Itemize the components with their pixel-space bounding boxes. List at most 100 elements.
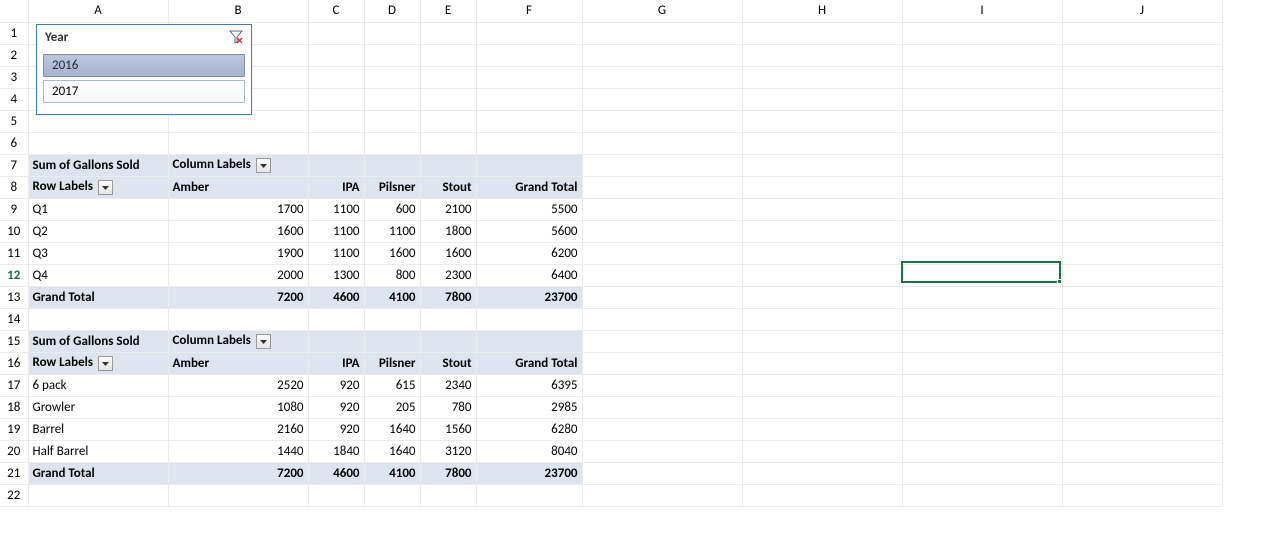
pivot-grand-total-value[interactable]: 7800 <box>420 462 476 484</box>
slicer-item[interactable]: 2017 <box>43 80 245 103</box>
pivot-value[interactable]: 1100 <box>364 220 420 242</box>
column-header[interactable]: A <box>28 0 168 22</box>
column-header[interactable]: H <box>742 0 902 22</box>
cell[interactable] <box>902 396 1062 418</box>
pivot-column-labels[interactable]: Column Labels <box>168 330 308 352</box>
pivot-column-header[interactable]: IPA <box>308 176 364 198</box>
column-header[interactable]: D <box>364 0 420 22</box>
pivot-column-header[interactable]: Stout <box>420 352 476 374</box>
pivot-grand-total-value[interactable]: 4600 <box>308 462 364 484</box>
pivot-value[interactable]: 1840 <box>308 440 364 462</box>
cell[interactable] <box>902 286 1062 308</box>
pivot-value[interactable]: 6280 <box>476 418 582 440</box>
cell[interactable] <box>476 132 582 154</box>
pivot-value[interactable]: 1600 <box>168 220 308 242</box>
cell[interactable] <box>168 484 308 506</box>
cell[interactable] <box>420 484 476 506</box>
pivot-row-labels[interactable]: Row Labels <box>28 352 168 374</box>
cell[interactable] <box>1062 110 1222 132</box>
row-header[interactable]: 16 <box>0 352 28 374</box>
cell[interactable] <box>364 484 420 506</box>
column-header[interactable]: C <box>308 0 364 22</box>
row-header[interactable]: 9 <box>0 198 28 220</box>
pivot-value[interactable]: 920 <box>308 418 364 440</box>
pivot-value[interactable]: 1080 <box>168 396 308 418</box>
pivot-value[interactable]: 1100 <box>308 220 364 242</box>
pivot-value[interactable]: 1700 <box>168 198 308 220</box>
cell[interactable] <box>582 418 742 440</box>
cell[interactable] <box>902 242 1062 264</box>
pivot-value[interactable]: 6400 <box>476 264 582 286</box>
cell[interactable] <box>582 484 742 506</box>
pivot-row-label[interactable]: 6 pack <box>28 374 168 396</box>
cell[interactable] <box>742 220 902 242</box>
pivot-value[interactable]: 5600 <box>476 220 582 242</box>
cell[interactable] <box>582 154 742 176</box>
cell[interactable] <box>476 308 582 330</box>
row-header[interactable]: 1 <box>0 22 28 44</box>
cell[interactable] <box>420 66 476 88</box>
cell[interactable] <box>476 22 582 44</box>
row-header[interactable]: 4 <box>0 88 28 110</box>
cell[interactable] <box>742 264 902 286</box>
cell[interactable] <box>582 198 742 220</box>
row-header[interactable]: 20 <box>0 440 28 462</box>
cell[interactable] <box>582 352 742 374</box>
cell[interactable] <box>1062 396 1222 418</box>
cell[interactable] <box>476 66 582 88</box>
pivot-column-header[interactable]: Stout <box>420 176 476 198</box>
cell[interactable] <box>364 66 420 88</box>
cell[interactable] <box>742 396 902 418</box>
pivot-value[interactable]: 2300 <box>420 264 476 286</box>
cell[interactable] <box>742 374 902 396</box>
cell[interactable] <box>1062 154 1222 176</box>
cell[interactable] <box>902 352 1062 374</box>
row-header[interactable]: 14 <box>0 308 28 330</box>
pivot-row-labels[interactable]: Row Labels <box>28 176 168 198</box>
cell[interactable] <box>308 154 364 176</box>
cell[interactable] <box>742 352 902 374</box>
pivot-value[interactable]: 1900 <box>168 242 308 264</box>
pivot-value[interactable]: 1640 <box>364 440 420 462</box>
row-header[interactable]: 22 <box>0 484 28 506</box>
cell[interactable] <box>582 66 742 88</box>
pivot-grand-total-value[interactable]: 4600 <box>308 286 364 308</box>
pivot-grand-total-value[interactable]: 4100 <box>364 286 420 308</box>
cell[interactable] <box>308 22 364 44</box>
row-labels-filter-button[interactable] <box>98 180 113 195</box>
cell[interactable] <box>1062 374 1222 396</box>
cell[interactable] <box>902 44 1062 66</box>
cell[interactable] <box>742 242 902 264</box>
pivot-value[interactable]: 920 <box>308 374 364 396</box>
cell[interactable] <box>742 308 902 330</box>
pivot-value[interactable]: 2985 <box>476 396 582 418</box>
pivot-column-header[interactable]: IPA <box>308 352 364 374</box>
cell[interactable] <box>582 132 742 154</box>
cell[interactable] <box>1062 22 1222 44</box>
cell[interactable] <box>1062 418 1222 440</box>
cell[interactable] <box>742 330 902 352</box>
cell[interactable] <box>420 330 476 352</box>
clear-filter-icon[interactable] <box>227 29 245 45</box>
cell[interactable] <box>902 88 1062 110</box>
cell[interactable] <box>308 484 364 506</box>
cell[interactable] <box>420 308 476 330</box>
cell[interactable] <box>742 22 902 44</box>
pivot-measure-label[interactable]: Sum of Gallons Sold <box>28 330 168 352</box>
cell[interactable] <box>420 22 476 44</box>
cell[interactable] <box>28 308 168 330</box>
cell[interactable] <box>582 176 742 198</box>
pivot-column-header[interactable]: Grand Total <box>476 352 582 374</box>
cell[interactable] <box>902 176 1062 198</box>
pivot-grand-total-value[interactable]: 4100 <box>364 462 420 484</box>
pivot-column-header[interactable]: Grand Total <box>476 176 582 198</box>
cell[interactable] <box>420 44 476 66</box>
cell[interactable] <box>364 88 420 110</box>
pivot-grand-total-value[interactable]: 7200 <box>168 462 308 484</box>
pivot-grand-total-value[interactable]: 23700 <box>476 286 582 308</box>
column-labels-filter-button[interactable] <box>256 334 271 349</box>
cell[interactable] <box>420 88 476 110</box>
pivot-row-label[interactable]: Growler <box>28 396 168 418</box>
row-header[interactable]: 21 <box>0 462 28 484</box>
cell[interactable] <box>28 484 168 506</box>
